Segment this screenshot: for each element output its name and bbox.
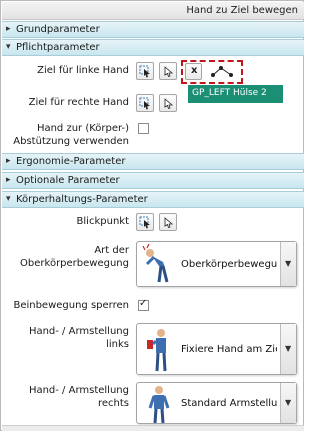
section-label: Pflichtparameter — [16, 42, 100, 53]
ziel-links-label: Ziel für linke Hand — [37, 65, 129, 76]
scroll-bar[interactable] — [2, 425, 304, 431]
select-blickpunkt-button[interactable] — [136, 213, 154, 231]
section-pflichtparameter[interactable]: ▾ Pflichtparameter — [2, 39, 304, 56]
pick-blickpunkt-button[interactable] — [159, 213, 177, 231]
hand-links-select[interactable]: Fixiere Hand am Ziel ▼ — [136, 323, 297, 375]
hand-rechts-label: Hand- / Armstellung rechts — [28, 385, 129, 409]
cursor-pick-icon — [164, 98, 174, 110]
section-koerperhaltung[interactable]: ▾ Körperhaltungs-Parameter — [2, 191, 304, 208]
abstuetzung-checkbox[interactable] — [138, 123, 149, 134]
chevron-down-icon: ▾ — [6, 194, 11, 204]
abstuetzung-label-line2: Abstützung verwenden — [13, 136, 129, 147]
chevron-right-icon: ▸ — [6, 175, 11, 185]
abstuetzung-label-line1: Hand zur (Körper-) — [36, 123, 129, 134]
dropdown-arrow[interactable]: ▼ — [280, 324, 296, 374]
cursor-pick-icon — [164, 217, 174, 229]
title-bar: Hand zu Ziel bewegen — [2, 2, 304, 20]
ziel-rechts-label: Ziel für rechte Hand — [28, 97, 129, 108]
property-panel: Hand zu Ziel bewegen ▸ Grundparameter ▾ … — [0, 0, 304, 431]
beinbewegung-checkbox[interactable]: ✓ — [138, 298, 149, 311]
close-icon: x — [191, 65, 198, 76]
cursor-select-icon — [139, 216, 150, 229]
bending-figure-icon — [142, 244, 169, 283]
oberkoerper-label-line1: Art der — [94, 245, 129, 256]
clear-target-button[interactable]: x — [185, 63, 202, 80]
hand-rechts-select[interactable]: Standard Armstellung ▼ — [136, 382, 297, 424]
chevron-down-icon: ▼ — [285, 398, 292, 407]
section-label: Grundparameter — [16, 24, 100, 35]
cursor-pick-icon — [164, 66, 174, 78]
chevron-down-icon: ▼ — [285, 344, 292, 353]
oberkoerper-value: Oberkörperbewegung ( — [181, 259, 277, 270]
hand-links-value: Fixiere Hand am Ziel — [181, 344, 277, 355]
dropdown-arrow[interactable]: ▼ — [280, 242, 296, 286]
standing-figure-hand-icon — [147, 329, 167, 372]
hand-rechts-value: Standard Armstellung — [181, 398, 277, 409]
section-optionale[interactable]: ▸ Optionale Parameter — [2, 172, 304, 189]
beinbewegung-label: Beinbewegung sperren — [13, 300, 129, 311]
section-label: Ergonomie-Parameter — [16, 156, 126, 167]
chevron-down-icon: ▾ — [6, 42, 11, 52]
pick-point-button[interactable] — [159, 62, 177, 80]
dropdown-arrow[interactable]: ▼ — [280, 383, 296, 423]
section-ergonomie[interactable]: ▸ Ergonomie-Parameter — [2, 153, 304, 170]
section-label: Optionale Parameter — [16, 175, 120, 186]
section-label: Körperhaltungs-Parameter — [16, 194, 148, 205]
section-grundparameter[interactable]: ▸ Grundparameter — [2, 21, 304, 38]
hand-links-label: Hand- / Armstellung links — [28, 326, 129, 350]
pick-point-right-button[interactable] — [159, 94, 177, 112]
coordinate-frame-icon[interactable] — [206, 63, 236, 80]
blickpunkt-label: Blickpunkt — [76, 216, 129, 227]
window-title: Hand zu Ziel bewegen — [186, 5, 298, 16]
select-target-button[interactable] — [136, 62, 154, 80]
checkmark-icon: ✓ — [139, 298, 148, 309]
chevron-right-icon: ▸ — [6, 156, 11, 166]
select-target-right-button[interactable] — [136, 94, 154, 112]
cursor-select-icon — [139, 65, 150, 78]
oberkoerper-label-line2: Oberkörperbewegung — [20, 258, 129, 269]
standing-figure-icon — [148, 386, 170, 424]
cursor-select-icon — [139, 97, 150, 110]
oberkoerper-select[interactable]: Oberkörperbewegung ( ▼ — [136, 241, 297, 287]
target-tooltip: GP_LEFT Hülse 2 — [188, 85, 283, 103]
chevron-down-icon: ▼ — [285, 259, 292, 268]
chevron-right-icon: ▸ — [6, 24, 11, 34]
